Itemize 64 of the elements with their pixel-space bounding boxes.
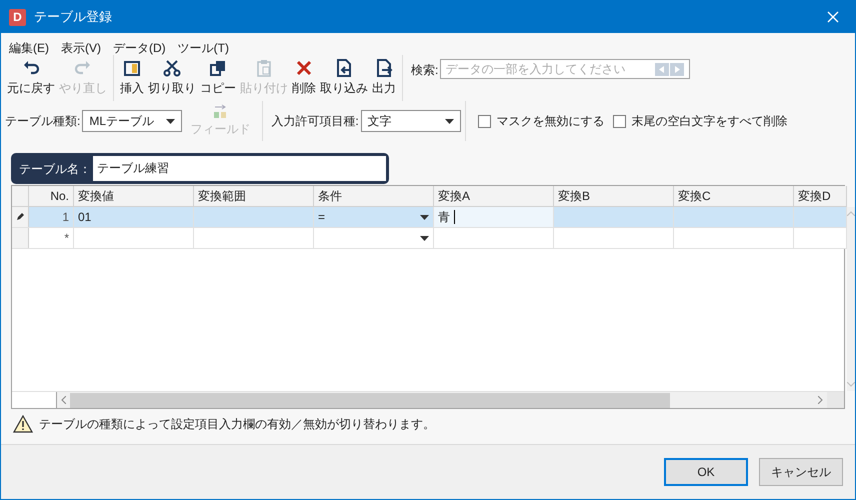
table-cell[interactable]: *: [29, 228, 74, 248]
table-name-field[interactable]: テーブル練習: [93, 156, 386, 181]
table-type-dropdown[interactable]: MLテーブル: [82, 110, 182, 132]
toolbar-button[interactable]: 元に戻す: [5, 59, 57, 97]
table-cell[interactable]: 青: [434, 207, 554, 227]
dialog-button[interactable]: キャンセル: [759, 458, 843, 486]
warning-icon: [13, 415, 33, 433]
toolbar-button[interactable]: 取り込み: [318, 59, 370, 97]
redo-icon: [74, 59, 92, 77]
column-header[interactable]: 変換C: [674, 186, 794, 206]
toolbar-button[interactable]: 出力: [370, 59, 398, 97]
search-field[interactable]: データの一部を入力してください: [440, 59, 690, 79]
prev-next-arrows-icon[interactable]: [655, 62, 686, 76]
dialog-button[interactable]: OK: [664, 458, 748, 486]
copy-icon: [209, 59, 227, 77]
option-checkbox[interactable]: マスクを無効にする: [478, 112, 605, 130]
dropdown-caret-icon: [420, 236, 429, 240]
menu-item[interactable]: 表示(V): [61, 39, 101, 55]
clipboard-icon: [255, 59, 273, 77]
option-checkbox[interactable]: 末尾の空白文字をすべて削除: [612, 112, 788, 130]
dropdown-caret-icon: [444, 118, 454, 124]
column-header[interactable]: 条件: [314, 186, 434, 206]
notice-text: テーブルの種類によって設定項目入力欄の有効／無効が切り替わります。: [39, 416, 435, 433]
dropdown-caret-icon: [166, 118, 176, 124]
column-header[interactable]: No.: [29, 186, 74, 206]
vertical-scrollbar[interactable]: [847, 207, 855, 391]
scissors-icon: [163, 59, 181, 77]
scroll-down-icon[interactable]: [847, 382, 855, 387]
input-type-dropdown[interactable]: 文字: [360, 110, 461, 132]
table-cell[interactable]: 1: [29, 207, 74, 227]
column-header[interactable]: 変換値: [74, 186, 194, 206]
menu-item[interactable]: 編集(E): [9, 39, 49, 55]
toolbar-button[interactable]: コピー: [198, 59, 238, 97]
input-type-label: 入力許可項目種:: [271, 113, 359, 130]
field-ab-icon: [212, 104, 228, 120]
scroll-left-icon[interactable]: [61, 396, 66, 404]
window-title: テーブル登録: [34, 8, 112, 26]
import-icon: [335, 59, 353, 77]
horizontal-scrollbar[interactable]: [57, 392, 827, 408]
table-name-label: テーブル名：: [19, 160, 92, 178]
menu-item[interactable]: ツール(T): [178, 39, 229, 55]
column-header[interactable]: 変換B: [554, 186, 674, 206]
scroll-up-icon[interactable]: [847, 211, 855, 216]
search-label: 検索:: [411, 62, 438, 79]
menu-item[interactable]: データ(D): [113, 39, 166, 55]
column-header[interactable]: 変換D: [794, 186, 847, 206]
pencil-icon: [16, 213, 24, 221]
scroll-right-icon[interactable]: [818, 396, 823, 404]
column-header[interactable]: 変換範囲: [194, 186, 314, 206]
toolbar-button[interactable]: 削除: [290, 59, 318, 97]
row-header[interactable]: [12, 207, 29, 227]
insert-icon: [123, 59, 141, 77]
export-icon: [375, 59, 393, 77]
toolbar-button[interactable]: 切り取り: [146, 59, 198, 97]
undo-icon: [22, 59, 40, 77]
column-header[interactable]: 変換A: [434, 186, 554, 206]
table-type-label: テーブル種類:: [5, 113, 80, 130]
delete-icon: [295, 59, 313, 77]
table-cell[interactable]: 01: [74, 207, 194, 227]
close-icon[interactable]: [827, 11, 839, 23]
toolbar-button[interactable]: 挿入: [118, 59, 146, 97]
app-logo-icon: D: [9, 8, 26, 26]
dropdown-caret-icon: [420, 214, 429, 220]
scrollbar-thumb[interactable]: [70, 392, 670, 408]
